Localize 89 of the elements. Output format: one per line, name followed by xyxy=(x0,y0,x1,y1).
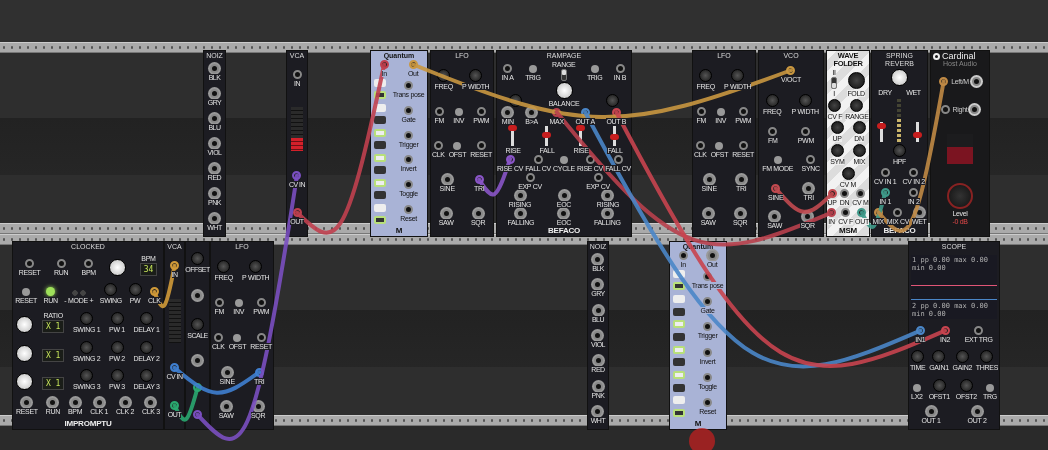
scale-key[interactable] xyxy=(672,333,685,342)
scale-key[interactable] xyxy=(373,216,386,225)
push-button[interactable] xyxy=(773,156,782,165)
scale-key[interactable] xyxy=(373,116,386,125)
jack-socket[interactable] xyxy=(503,107,513,117)
brand-logo: M xyxy=(693,419,703,428)
jack-socket[interactable] xyxy=(193,383,202,393)
jack-socket[interactable] xyxy=(971,76,981,86)
push-button[interactable] xyxy=(716,107,725,116)
led-display: X 1 xyxy=(41,377,65,391)
brand-logo: M xyxy=(394,226,404,235)
brand-logo: IMPROMPTU xyxy=(63,419,113,428)
push-button[interactable] xyxy=(453,141,462,150)
knob[interactable] xyxy=(16,373,34,391)
scale-key[interactable] xyxy=(672,409,685,418)
push-button[interactable] xyxy=(590,64,599,73)
jack-socket[interactable] xyxy=(170,400,179,410)
led-display: X 1 xyxy=(41,348,65,362)
slider-thumb[interactable] xyxy=(508,125,518,132)
jack-socket[interactable] xyxy=(552,107,562,117)
knob[interactable] xyxy=(852,121,866,135)
knob[interactable] xyxy=(850,98,864,112)
knob[interactable] xyxy=(109,258,127,276)
led-display: 34 xyxy=(139,262,158,276)
jack-socket[interactable] xyxy=(193,356,202,366)
jack-socket[interactable] xyxy=(786,65,796,75)
led-display: X 1 xyxy=(41,320,65,334)
knob[interactable] xyxy=(891,69,908,87)
slider-thumb[interactable] xyxy=(576,125,586,132)
push-button[interactable] xyxy=(528,64,537,73)
jack-socket[interactable] xyxy=(735,209,745,219)
push-button[interactable] xyxy=(985,383,994,392)
jack-socket[interactable] xyxy=(580,107,590,117)
toggle-switch[interactable] xyxy=(560,68,567,81)
jack-socket[interactable] xyxy=(527,107,537,117)
toggle-switch[interactable] xyxy=(831,76,838,89)
jack-socket[interactable] xyxy=(404,80,414,90)
scale-key[interactable] xyxy=(672,307,685,316)
logo-icon xyxy=(933,52,940,60)
knob[interactable] xyxy=(841,166,855,180)
push-button[interactable] xyxy=(22,288,31,297)
jack-socket[interactable] xyxy=(611,107,621,117)
knob[interactable] xyxy=(16,316,34,334)
jack-socket[interactable] xyxy=(593,381,603,391)
scale-key[interactable] xyxy=(373,91,386,100)
jack-socket[interactable] xyxy=(593,305,603,315)
push-button[interactable] xyxy=(912,383,921,392)
knob[interactable] xyxy=(830,143,844,157)
knob[interactable] xyxy=(16,344,34,362)
vu-meter xyxy=(897,98,902,142)
scale-key[interactable] xyxy=(373,141,386,150)
slider-thumb[interactable] xyxy=(913,132,923,139)
scale-key[interactable] xyxy=(373,103,386,112)
push-button[interactable] xyxy=(715,141,724,150)
push-button[interactable] xyxy=(559,155,568,164)
knob[interactable] xyxy=(828,98,842,112)
jack-socket[interactable] xyxy=(404,130,414,140)
scale-key[interactable] xyxy=(373,78,386,87)
push-button[interactable] xyxy=(454,107,463,116)
knob[interactable] xyxy=(852,143,866,157)
jack-socket[interactable] xyxy=(210,214,219,223)
scale-key[interactable] xyxy=(373,166,386,175)
jack-socket[interactable] xyxy=(404,105,414,115)
jack-socket[interactable] xyxy=(222,367,232,377)
knob[interactable] xyxy=(847,71,865,89)
push-button[interactable] xyxy=(233,334,242,342)
jack-socket[interactable] xyxy=(939,76,949,86)
jack-socket[interactable] xyxy=(703,372,713,382)
brand-logo: MSM xyxy=(837,226,859,235)
scale-key[interactable] xyxy=(373,191,386,200)
jack-socket[interactable] xyxy=(441,209,451,219)
jack-socket[interactable] xyxy=(193,290,202,300)
jack-socket[interactable] xyxy=(804,183,814,193)
slider-thumb[interactable] xyxy=(876,123,886,129)
scale-key[interactable] xyxy=(672,282,685,291)
jack-socket[interactable] xyxy=(593,331,603,340)
slider-thumb[interactable] xyxy=(542,131,552,138)
jack-socket[interactable] xyxy=(703,347,713,357)
jack-socket[interactable] xyxy=(970,105,980,115)
scale-key[interactable] xyxy=(672,383,685,392)
slider-thumb[interactable] xyxy=(610,134,620,141)
scale-key[interactable] xyxy=(672,358,685,367)
brand-logo: BEFACO xyxy=(546,226,582,235)
knob[interactable] xyxy=(555,81,573,99)
module-title: Cardinal xyxy=(942,52,976,60)
knob[interactable] xyxy=(830,121,844,135)
jack-socket[interactable] xyxy=(703,397,713,407)
push-button[interactable] xyxy=(234,299,243,308)
jack-socket[interactable] xyxy=(593,406,603,416)
